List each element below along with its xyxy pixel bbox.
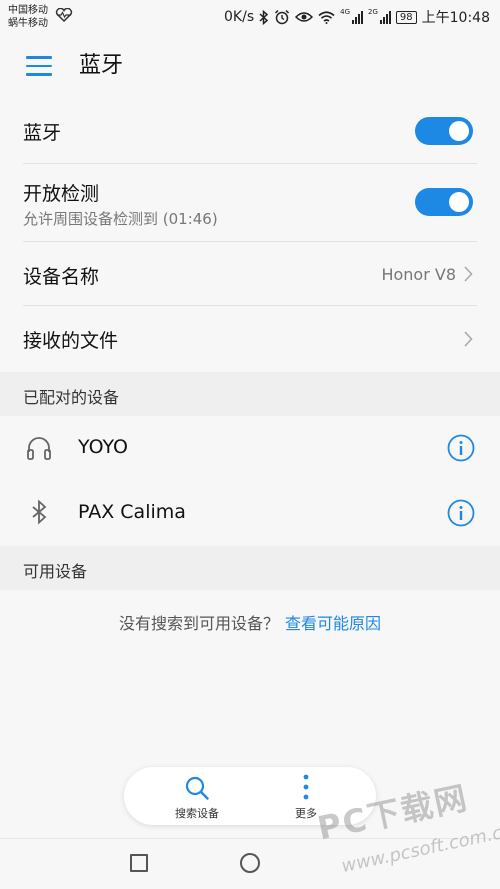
wifi-icon	[318, 10, 335, 24]
bluetooth-row[interactable]: 蓝牙	[0, 98, 500, 164]
no-devices-message: 没有搜索到可用设备？	[118, 614, 279, 633]
heart-rate-icon	[55, 8, 73, 22]
toggle-knob	[449, 121, 469, 141]
paired-devices-header: 已配对的设备	[0, 372, 500, 416]
carrier-primary: 中国移动	[8, 5, 48, 16]
received-files-label: 接收的文件	[23, 330, 119, 352]
search-icon	[185, 776, 209, 800]
discovery-label: 开放检测	[23, 183, 100, 205]
watermark: PC下载网 www.pcsoft.com.cn	[302, 778, 500, 886]
bluetooth-status-icon	[259, 9, 269, 25]
toggle-knob	[449, 192, 469, 212]
page-title: 蓝牙	[79, 53, 124, 78]
bluetooth-toggle[interactable]	[415, 117, 473, 145]
paired-device-row[interactable]: YOYO	[0, 416, 500, 481]
received-files-row[interactable]: 接收的文件	[0, 306, 500, 372]
bluetooth-label: 蓝牙	[23, 122, 62, 144]
headset-icon	[27, 437, 51, 460]
home-button[interactable]	[240, 853, 260, 873]
available-devices-header: 可用设备	[0, 546, 500, 590]
discovery-countdown: 允许周围设备检测到 (01:46)	[23, 210, 218, 228]
carrier-info: 中国移动 蜗牛移动	[8, 4, 73, 30]
menu-icon[interactable]	[26, 56, 52, 76]
search-devices-button[interactable]: 搜索设备	[157, 773, 237, 820]
device-name: PAX Calima	[78, 501, 186, 523]
chevron-right-icon	[464, 331, 473, 347]
signal-strength-icon	[352, 10, 364, 24]
search-devices-label: 搜索设备	[175, 807, 219, 820]
discovery-toggle[interactable]	[415, 188, 473, 216]
chevron-right-icon	[464, 266, 473, 282]
bluetooth-icon	[32, 499, 47, 525]
status-bar: 中国移动 蜗牛移动 0K/s 4G 2G 98 上午10:48	[0, 0, 500, 36]
section-title: 可用设备	[23, 562, 88, 581]
device-name: YOYO	[78, 436, 129, 458]
info-icon[interactable]	[447, 434, 475, 462]
alarm-icon	[275, 9, 290, 25]
settings-list: 蓝牙 开放检测 允许周围设备检测到 (01:46) 设备名称 Honor V8 …	[0, 98, 500, 590]
recents-button[interactable]	[130, 854, 148, 872]
signal-strength-icon-secondary	[379, 10, 391, 24]
possible-reasons-link[interactable]: 查看可能原因	[285, 614, 381, 633]
status-indicators: 0K/s 4G 2G 98 上午10:48	[224, 8, 490, 26]
network-type-tag-secondary: 2G	[368, 8, 378, 16]
device-name-label: 设备名称	[23, 266, 100, 288]
info-icon[interactable]	[447, 499, 475, 527]
clock: 上午10:48	[421, 10, 490, 26]
device-name-row[interactable]: 设备名称 Honor V8	[0, 242, 500, 306]
network-type-tag: 4G	[340, 8, 351, 16]
discovery-row[interactable]: 开放检测 允许周围设备检测到 (01:46)	[0, 164, 500, 242]
toolbar: 蓝牙	[0, 36, 500, 98]
eye-comfort-icon	[295, 12, 314, 22]
no-devices-notice: 没有搜索到可用设备？ 查看可能原因	[0, 610, 500, 634]
battery-level: 98	[395, 10, 417, 24]
paired-device-row[interactable]: PAX Calima	[0, 481, 500, 546]
carrier-secondary: 蜗牛移动	[8, 18, 48, 29]
device-name-value: Honor V8	[381, 265, 456, 284]
section-title: 已配对的设备	[23, 388, 120, 407]
network-speed: 0K/s	[224, 9, 255, 25]
